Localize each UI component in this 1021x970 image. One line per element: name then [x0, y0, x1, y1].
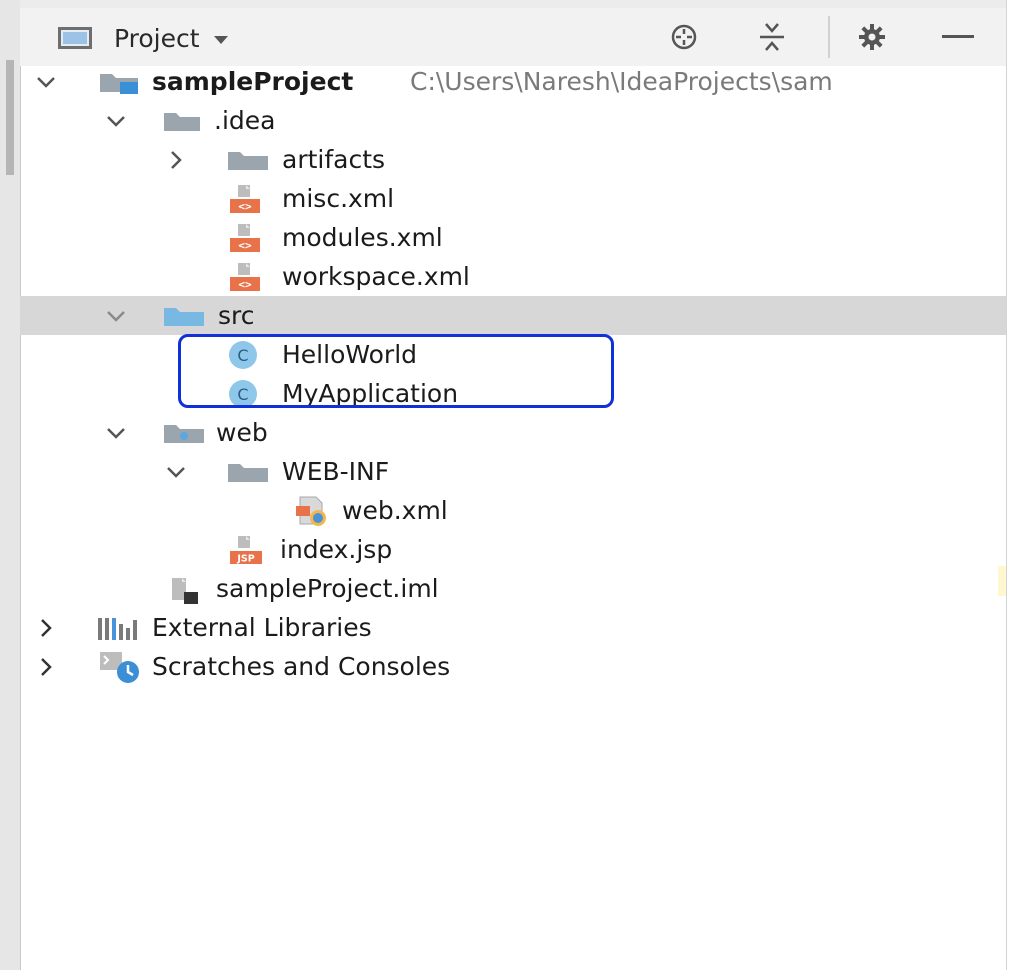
tree-node-root[interactable]: sampleProject C:\Users\Naresh\IdeaProjec… — [20, 62, 1007, 101]
tree-node-artifacts[interactable]: artifacts — [20, 140, 1007, 179]
root-path: C:\Users\Naresh\IdeaProjects\sam — [410, 67, 833, 96]
src-label: src — [218, 301, 255, 330]
right-edge-panel — [1006, 0, 1021, 970]
tree-node-src[interactable]: src — [20, 296, 1007, 335]
scratches-icon — [96, 650, 150, 684]
xml-file-icon: <> — [228, 183, 262, 215]
scratches-label: Scratches and Consoles — [152, 652, 451, 681]
svg-text:JSP: JSP — [236, 553, 254, 564]
locate-icon[interactable] — [666, 18, 702, 56]
tree-node-workspace-xml[interactable]: <> workspace.xml — [20, 257, 1007, 296]
tree-node-modules-xml[interactable]: <> modules.xml — [20, 218, 1007, 257]
web-inf-label: WEB-INF — [282, 457, 390, 486]
chevron-down-icon[interactable] — [104, 109, 128, 133]
chevron-down-icon — [213, 35, 228, 44]
annotation-highlight — [178, 334, 614, 408]
tree-node-web-inf[interactable]: WEB-INF — [20, 452, 1007, 491]
folder-icon — [226, 146, 270, 174]
tree-node-scratches[interactable]: Scratches and Consoles — [20, 647, 1007, 686]
chevron-down-icon[interactable] — [34, 70, 58, 94]
idea-label: .idea — [214, 106, 276, 135]
tree-node-index-jsp[interactable]: JSP index.jsp — [20, 530, 1007, 569]
workspace-xml-label: workspace.xml — [282, 262, 470, 291]
module-file-icon — [166, 572, 202, 606]
project-toolbar: Project — [20, 8, 1007, 66]
iml-label: sampleProject.iml — [216, 574, 439, 603]
artifacts-label: artifacts — [282, 145, 386, 174]
folder-icon — [162, 107, 202, 135]
web-folder-icon — [162, 419, 206, 447]
svg-text:<>: <> — [238, 239, 252, 252]
svg-text:<>: <> — [238, 278, 252, 291]
external-libraries-label: External Libraries — [152, 613, 372, 642]
project-view-selector[interactable]: Project — [58, 22, 228, 54]
module-folder-icon — [98, 68, 150, 96]
index-jsp-label: index.jsp — [280, 535, 393, 564]
project-view-label: Project — [114, 23, 200, 53]
svg-text:<>: <> — [238, 200, 252, 213]
tree-node-misc-xml[interactable]: <> misc.xml — [20, 179, 1007, 218]
left-tool-gutter — [0, 0, 21, 970]
chevron-down-icon[interactable] — [104, 304, 128, 328]
web-descriptor-icon — [292, 494, 332, 528]
jsp-file-icon: JSP — [228, 534, 264, 566]
panel-icon — [58, 27, 92, 49]
minimize-icon[interactable] — [940, 18, 976, 56]
collapse-all-icon[interactable] — [754, 18, 790, 56]
toolbar-separator — [828, 16, 830, 58]
source-folder-icon — [162, 302, 206, 330]
tree-node-idea[interactable]: .idea — [20, 101, 1007, 140]
gear-icon[interactable] — [854, 18, 890, 56]
folder-icon — [226, 458, 270, 486]
web-xml-label: web.xml — [342, 496, 448, 525]
chevron-right-icon[interactable] — [34, 616, 58, 640]
tree-node-web[interactable]: web — [20, 413, 1007, 452]
root-label: sampleProject — [152, 67, 354, 96]
tree-node-external-libraries[interactable]: External Libraries — [20, 608, 1007, 647]
library-icon — [96, 614, 150, 642]
web-label: web — [216, 418, 268, 447]
misc-xml-label: misc.xml — [282, 184, 395, 213]
modules-xml-label: modules.xml — [282, 223, 443, 252]
chevron-right-icon[interactable] — [34, 655, 58, 679]
chevron-down-icon[interactable] — [164, 460, 188, 484]
gutter-scroll-thumb[interactable] — [6, 60, 14, 175]
tree-node-iml[interactable]: sampleProject.iml — [20, 569, 1007, 608]
chevron-down-icon[interactable] — [104, 421, 128, 445]
xml-file-icon: <> — [228, 222, 262, 254]
top-edge — [20, 0, 1021, 8]
tree-node-web-xml[interactable]: web.xml — [20, 491, 1007, 530]
chevron-right-icon[interactable] — [164, 148, 188, 172]
xml-file-icon: <> — [228, 261, 262, 293]
